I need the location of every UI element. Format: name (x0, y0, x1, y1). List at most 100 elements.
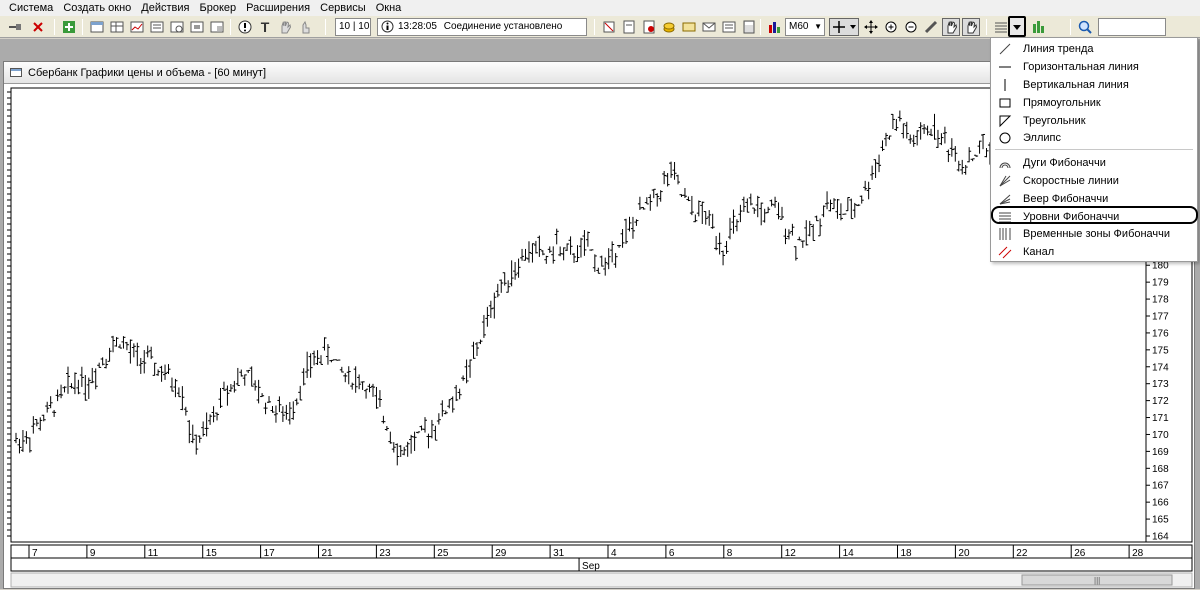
zoom-in-icon[interactable] (882, 18, 900, 36)
menu-item-label: Канал (1023, 246, 1055, 258)
menu-item-label: Треугольник (1023, 115, 1086, 127)
menu-item-label: Горизонтальная линия (1023, 61, 1139, 73)
menu-item-fibonacci-time-zones[interactable]: Временные зоны Фибоначчи (991, 225, 1197, 243)
y-tick-label: 180 (1152, 261, 1169, 272)
finger-icon[interactable] (296, 18, 314, 36)
menu-item-label: Временные зоны Фибоначчи (1023, 228, 1171, 240)
search-input[interactable] (1098, 18, 1166, 36)
speed-lines-icon (997, 174, 1013, 188)
horizontal-scrollbar (10, 572, 1193, 588)
x-tick-label: 15 (206, 548, 218, 559)
menu-item[interactable]: Действия (136, 0, 194, 16)
y-tick-label: 167 (1152, 481, 1169, 492)
dropdown-arrow-icon[interactable] (1008, 16, 1026, 37)
x-month-label: Sep (582, 561, 600, 572)
hand-scroll-icon[interactable] (962, 18, 980, 36)
toolbar: T 10 | 10 13:28:05 Соединение установлен… (0, 16, 1200, 38)
stop-order-icon[interactable] (640, 18, 658, 36)
toolbar-separator (230, 19, 231, 35)
menu-item-label: Линия тренда (1023, 43, 1094, 55)
chevron-down-icon: ▼ (814, 22, 822, 31)
x-tick-label: 25 (437, 548, 449, 559)
menu-item-triangle[interactable]: Треугольник (991, 112, 1197, 130)
fibonacci-arcs-icon (997, 156, 1013, 170)
text-icon[interactable]: T (256, 18, 274, 36)
ruler-icon[interactable] (922, 18, 940, 36)
triangle-icon (997, 114, 1013, 128)
menu-item[interactable]: Окна (371, 0, 407, 16)
disconnect-icon[interactable] (30, 18, 48, 36)
indicator-icon[interactable] (1030, 18, 1048, 36)
menu-item-horizontal-line[interactable]: Горизонтальная линия (991, 58, 1197, 76)
timeframe-value: M60 (789, 21, 809, 32)
toolbar-separator (325, 19, 326, 35)
plug-icon[interactable] (6, 18, 24, 36)
y-tick-label: 168 (1152, 464, 1169, 475)
chart-window-icon[interactable] (128, 18, 146, 36)
x-tick-label: 18 (901, 548, 913, 559)
alert-icon[interactable] (236, 18, 254, 36)
menu-item-rectangle[interactable]: Прямоугольник (991, 94, 1197, 112)
move-icon[interactable] (862, 18, 880, 36)
menu-item-channel[interactable]: Канал (991, 243, 1197, 261)
mail-icon[interactable] (700, 18, 718, 36)
menu-item-fibonacci-arcs[interactable]: Дуги Фибоначчи (991, 154, 1197, 172)
settings-window-icon[interactable] (208, 18, 226, 36)
search-icon[interactable] (1076, 18, 1094, 36)
ellipse-icon (997, 131, 1013, 145)
y-tick-label: 165 (1152, 515, 1169, 526)
menu-item-trend-line[interactable]: Линия тренда (991, 40, 1197, 58)
coins-icon[interactable] (660, 18, 678, 36)
y-tick-label: 170 (1152, 430, 1169, 441)
orders-icon[interactable] (188, 18, 206, 36)
menu-item-speed-lines[interactable]: Скоростные линии (991, 172, 1197, 190)
x-tick-label: 4 (611, 548, 617, 559)
y-tick-label: 172 (1152, 396, 1169, 407)
y-tick-label: 174 (1152, 362, 1169, 373)
window-icon[interactable] (88, 18, 106, 36)
crosshair-icon[interactable] (829, 18, 859, 36)
order-list-icon[interactable] (620, 18, 638, 36)
menu-item-label: Скоростные линии (1023, 175, 1119, 187)
menu-bar: Система Создать окно Действия Брокер Расшире… (0, 0, 1200, 16)
status-text: Соединение установлено (443, 21, 563, 32)
menu-item[interactable]: Создать окно (58, 0, 136, 16)
menu-item[interactable]: Система (4, 0, 58, 16)
y-tick-label: 177 (1152, 312, 1169, 323)
menu-item[interactable]: Сервисы (315, 0, 371, 16)
x-tick-label: 7 (32, 548, 38, 559)
x-tick-label: 26 (1074, 548, 1086, 559)
calculator-icon[interactable] (740, 18, 758, 36)
hand-icon[interactable] (276, 18, 294, 36)
toolbar-separator (1070, 19, 1071, 35)
menu-item-label: Дуги Фибоначчи (1023, 157, 1106, 169)
fibonacci-levels-icon (997, 210, 1013, 224)
chart-bars-icon[interactable] (765, 18, 783, 36)
menu-item[interactable]: Брокер (195, 0, 242, 16)
table-icon[interactable] (108, 18, 126, 36)
horizontal-line-icon (997, 60, 1013, 74)
status-time: 13:28:05 (398, 21, 437, 32)
y-tick-label: 173 (1152, 379, 1169, 390)
menu-item-fibonacci-levels[interactable]: Уровни Фибоначчи (991, 208, 1197, 226)
quotes-icon[interactable] (168, 18, 186, 36)
hand-select-icon[interactable] (942, 18, 960, 36)
x-axis-panel (10, 544, 1193, 559)
portfolio-icon[interactable] (148, 18, 166, 36)
window-counter: 10 | 10 (335, 18, 371, 36)
timeframe-select[interactable]: M60 ▼ (785, 18, 825, 36)
zoom-out-icon[interactable] (902, 18, 920, 36)
menu-item-ellipse[interactable]: Эллипс (991, 129, 1197, 147)
news-icon[interactable] (720, 18, 738, 36)
menu-item-vertical-line[interactable]: Вертикальная линия (991, 76, 1197, 94)
toolbar-separator (986, 19, 987, 35)
money-icon[interactable] (680, 18, 698, 36)
toolbar-separator (594, 19, 595, 35)
add-icon[interactable] (60, 18, 78, 36)
fibonacci-fan-icon (997, 192, 1013, 206)
vertical-line-icon (997, 78, 1013, 92)
x-tick-label: 14 (843, 548, 855, 559)
cancel-orders-icon[interactable] (600, 18, 618, 36)
menu-item[interactable]: Расширения (241, 0, 315, 16)
menu-item-fibonacci-fan[interactable]: Веер Фибоначчи (991, 190, 1197, 208)
